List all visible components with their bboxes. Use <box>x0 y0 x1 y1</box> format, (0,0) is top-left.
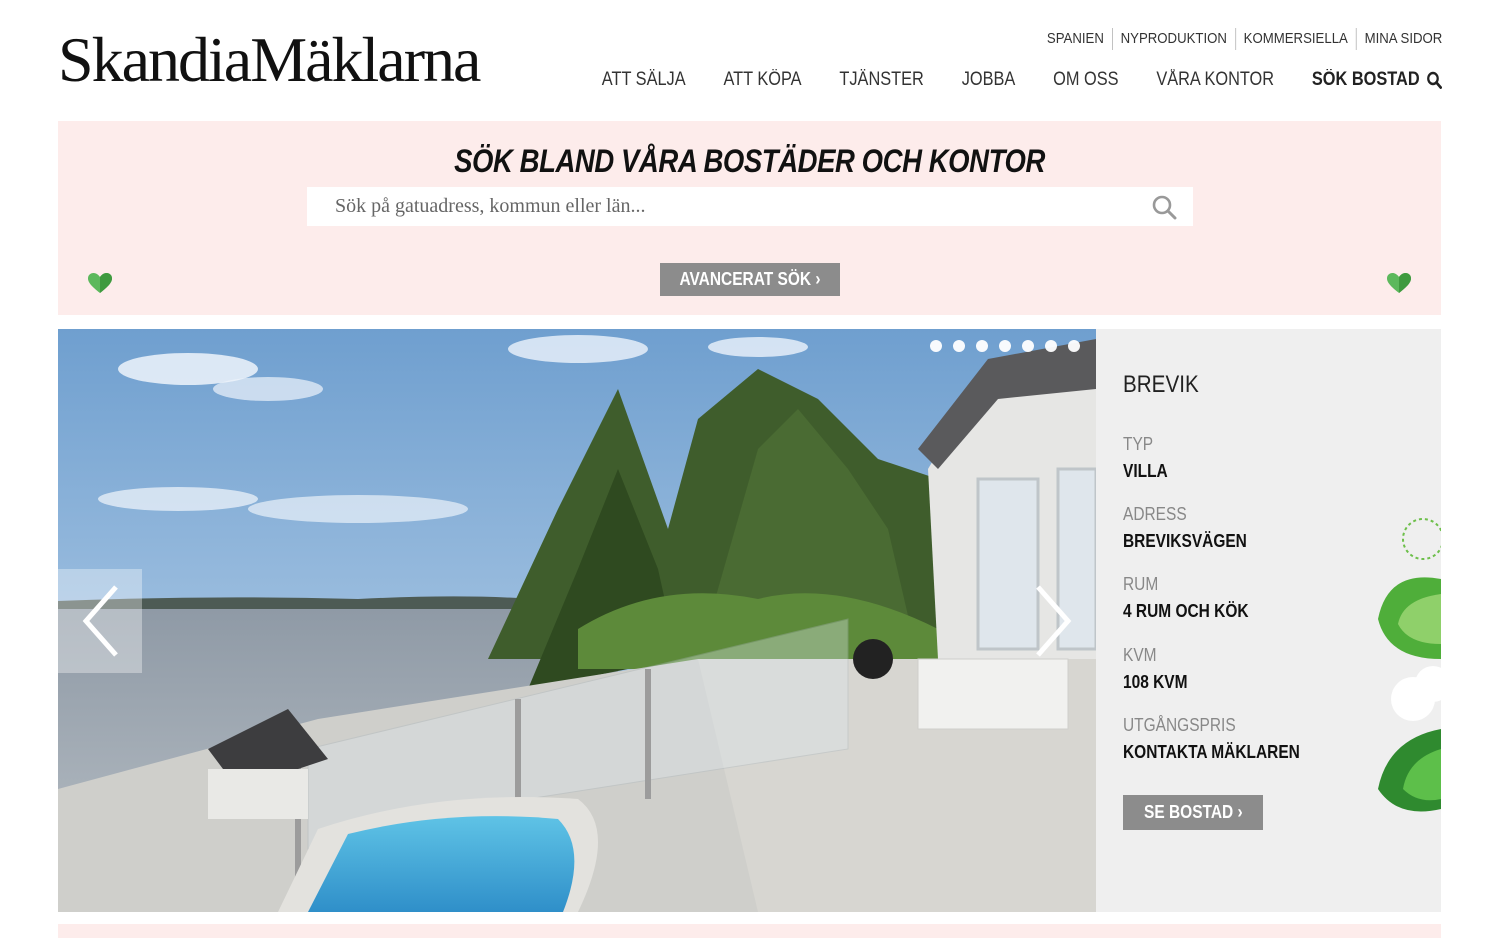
slider-dot[interactable] <box>953 340 965 352</box>
top-nav-spanien[interactable]: SPANIEN <box>1039 28 1112 50</box>
listing-type-value: VILLA <box>1123 461 1168 481</box>
advanced-search-button[interactable]: AVANCERAT SÖK › <box>660 263 840 296</box>
slider-dot[interactable] <box>1068 340 1080 352</box>
top-nav: SPANIEN NYPRODUKTION KOMMERSIELLA MINA S… <box>1039 28 1442 50</box>
slider-dot[interactable] <box>1045 340 1057 352</box>
main-nav: ATT SÄLJA ATT KÖPA TJÄNSTER JOBBA OM OSS… <box>564 68 1442 92</box>
main-nav-vara-kontor[interactable]: VÅRA KONTOR <box>1156 68 1274 92</box>
top-nav-nyproduktion[interactable]: NYPRODUKTION <box>1111 28 1234 50</box>
listing-photo <box>58 329 1096 912</box>
listing-info-panel: BREVIK TYP VILLA ADRESS BREVIKSVÄGEN RUM… <box>1096 329 1441 912</box>
top-nav-mina-sidor[interactable]: MINA SIDOR <box>1355 28 1442 50</box>
listing-rooms-value: 4 RUM OCH KÖK <box>1123 601 1249 621</box>
site-logo[interactable]: SkandiaMäklarna <box>58 28 481 92</box>
search-icon <box>1427 71 1442 89</box>
slider-dot[interactable] <box>976 340 988 352</box>
main-nav-om-oss[interactable]: OM OSS <box>1053 68 1118 92</box>
heart-icon <box>88 273 112 293</box>
listing-slider[interactable] <box>58 329 1096 912</box>
search-heading: SÖK BLAND VÅRA BOSTÄDER OCH KONTOR <box>454 143 1045 179</box>
listing-address-label: ADRESS <box>1123 504 1187 524</box>
search-input[interactable] <box>307 187 1193 226</box>
listing-size-label: KVM <box>1123 645 1157 665</box>
listing-price-label: UTGÅNGSPRIS <box>1123 715 1236 735</box>
slider-dots <box>930 340 1091 352</box>
next-section-band <box>58 924 1441 938</box>
main-nav-att-salja[interactable]: ATT SÄLJA <box>602 68 686 92</box>
listing-address-value: BREVIKSVÄGEN <box>1123 531 1247 551</box>
listing-type-label: TYP <box>1123 434 1154 454</box>
slider-prev-button[interactable] <box>58 569 142 673</box>
listing-price-value: KONTAKTA MÄKLAREN <box>1123 742 1300 762</box>
search-section: SÖK BLAND VÅRA BOSTÄDER OCH KONTOR AVANC… <box>58 121 1441 315</box>
slider-next-button[interactable] <box>1012 569 1096 673</box>
listing-size-value: 108 KVM <box>1123 672 1188 692</box>
main-nav-att-kopa[interactable]: ATT KÖPA <box>723 68 801 92</box>
view-listing-button[interactable]: SE BOSTAD › <box>1123 795 1263 830</box>
advanced-search-label: AVANCERAT SÖK › <box>679 269 821 289</box>
top-nav-kommersiella[interactable]: KOMMERSIELLA <box>1234 28 1356 50</box>
view-listing-label: SE BOSTAD › <box>1143 802 1243 822</box>
slider-dot[interactable] <box>930 340 942 352</box>
chevron-left-icon <box>82 585 118 657</box>
chevron-right-icon <box>1036 585 1072 657</box>
floral-decoration-icon <box>1378 518 1441 812</box>
search-submit-icon[interactable] <box>1151 194 1177 220</box>
listing-rooms-label: RUM <box>1123 574 1159 594</box>
search-box <box>307 187 1193 226</box>
main-nav-sok-bostad[interactable]: SÖK BOSTAD <box>1312 68 1442 92</box>
main-nav-sok-bostad-label: SÖK BOSTAD <box>1311 69 1420 90</box>
listing-area: BREVIK <box>1123 371 1199 398</box>
main-nav-jobba[interactable]: JOBBA <box>962 68 1016 92</box>
heart-icon <box>1387 273 1411 293</box>
slider-dot[interactable] <box>999 340 1011 352</box>
main-nav-tjanster[interactable]: TJÄNSTER <box>839 68 923 92</box>
slider-dot[interactable] <box>1022 340 1034 352</box>
